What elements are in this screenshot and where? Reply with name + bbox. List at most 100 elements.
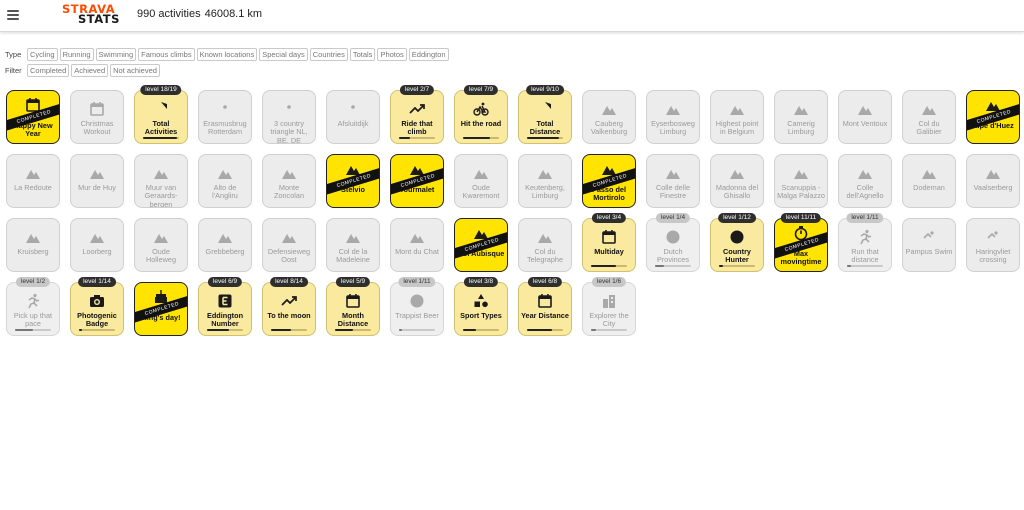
badge-stelvio[interactable]: Stelvio COMPLETED <box>326 154 380 208</box>
badge-haringvliet-crossing[interactable]: Haringvliet crossing <box>966 218 1020 272</box>
filter-chip-totals[interactable]: Totals <box>349 48 376 61</box>
filter-chip-famous-climbs[interactable]: Famous climbs <box>138 48 195 61</box>
badge-cauberg-valkenburg[interactable]: Cauberg Valkenburg <box>582 90 636 144</box>
badge-loorberg[interactable]: Loorberg <box>70 218 124 272</box>
badge-eyserbosweg-limburg[interactable]: Eyserbosweg Limburg <box>646 90 700 144</box>
mountain-icon <box>281 165 297 181</box>
badge-col-aubisque[interactable]: Col Aubisque COMPLETED <box>454 218 508 272</box>
badge-col-du-telegraphe[interactable]: Col du Telegraphe <box>518 218 572 272</box>
badge-afsluitdijk[interactable]: Afsluitdijk <box>326 90 380 144</box>
badge-colle-dell-agnello[interactable]: Colle dell'Agnello <box>838 154 892 208</box>
badge-hit-the-road[interactable]: Hit the road <box>454 90 508 144</box>
badge-mont-ventoux[interactable]: Mont Ventoux <box>838 90 892 144</box>
badge-camerig-limburg[interactable]: Camerig Limburg <box>774 90 828 144</box>
badge-erasmusbrug-rotterdam[interactable]: Erasmusbrug Rotterdam <box>198 90 252 144</box>
filter-chip-photos[interactable]: Photos <box>377 48 407 61</box>
badge-label: Run that distance <box>851 247 879 265</box>
badge-passo-del-mortirolo[interactable]: Passo del Mortirolo COMPLETED <box>582 154 636 208</box>
level-pill: level 1/14 <box>78 277 116 287</box>
badge-eddington-number[interactable]: Eddington Number <box>198 282 252 336</box>
badge-defensieweg-oost[interactable]: Defensieweg Oost <box>262 218 316 272</box>
badge-multiday[interactable]: Multiday <box>582 218 636 272</box>
badge-label: Trappist Beer <box>395 311 439 320</box>
badge-label: Total Distance <box>529 119 561 137</box>
filter-chip-achieved[interactable]: Achieved <box>71 64 109 77</box>
badge-mur-de-huy[interactable]: Mur de Huy <box>70 154 124 208</box>
filter-chip-eddington[interactable]: Eddington <box>408 48 449 61</box>
badge-happy-new-year[interactable]: Happy New Year COMPLETED <box>6 90 60 144</box>
badge-country-hunter[interactable]: Country Hunter <box>710 218 764 272</box>
badge-colle-delle-finestre[interactable]: Colle delle Finestre <box>646 154 700 208</box>
badge-label: Multiday <box>594 247 624 256</box>
filter-chip-not-achieved[interactable]: Not achieved <box>110 64 160 77</box>
filter-chip-cycling[interactable]: Cycling <box>27 48 58 61</box>
progress-fill <box>399 329 403 331</box>
badge-alto-de-l-angliru[interactable]: Alto de l'Angliru <box>198 154 252 208</box>
badge-sport-types[interactable]: Sport Types <box>454 282 508 336</box>
badge-photogenic-badge[interactable]: Photogenic Badge <box>70 282 124 336</box>
badge-label: Afsluitdijk <box>337 119 369 128</box>
badge-pick-up-that-pace[interactable]: Pick up that pace <box>6 282 60 336</box>
badge-monte-zoncolan[interactable]: Monte Zoncolan <box>262 154 316 208</box>
badge-label: Dutch Provinces <box>656 247 690 265</box>
filter-chip-swimming[interactable]: Swimming <box>95 48 137 61</box>
badge-la-redoute[interactable]: La Redoute <box>6 154 60 208</box>
badge-keutenberg-limburg[interactable]: Keutenberg, Limburg <box>518 154 572 208</box>
badge-muur-van-geraards-bergen[interactable]: Muur van Geraards-bergen <box>134 154 188 208</box>
filter-chip-known-locations[interactable]: Known locations <box>196 48 258 61</box>
bicycle-icon <box>473 101 489 117</box>
badge-oude-kwaremont[interactable]: Oude Kwaremont <box>454 154 508 208</box>
badge-explorer-the-city[interactable]: Explorer the City <box>582 282 636 336</box>
badge-vaalserberg[interactable]: Vaalserberg <box>966 154 1020 208</box>
shield-check-icon <box>537 101 553 117</box>
badge-grebbeberg[interactable]: Grebbeberg <box>198 218 252 272</box>
filter-chip-special-days[interactable]: Special days <box>259 48 308 61</box>
badge-label: Hit the road <box>460 119 502 128</box>
badge-3-country-triangle-nl-be-de[interactable]: 3 country triangle NL, BE, DE <box>262 90 316 144</box>
badge-tourmalet[interactable]: Tourmalet COMPLETED <box>390 154 444 208</box>
mountain-icon <box>281 229 297 245</box>
badge-scanuppia-malga-palazzo[interactable]: Scanuppia - Malga Palazzo <box>774 154 828 208</box>
badge-year-distance[interactable]: Year Distance <box>518 282 572 336</box>
badge-oude-holleweg[interactable]: Oude Holleweg <box>134 218 188 272</box>
level-pill: level 3/8 <box>463 277 499 287</box>
badge-label: Col du Telegraphe <box>526 247 564 265</box>
badge-total-activities[interactable]: Total Activities <box>134 90 188 144</box>
badge-label: Colle dell'Agnello <box>846 183 884 201</box>
strava-stats-logo[interactable]: STRAVA STATS <box>62 3 122 26</box>
badge-to-the-moon[interactable]: To the moon <box>262 282 316 336</box>
filter-chip-running[interactable]: Running <box>59 48 94 61</box>
badge-trappist-beer[interactable]: Trappist Beer <box>390 282 444 336</box>
mountain-icon <box>665 165 681 181</box>
level-pill: level 18/19 <box>140 85 182 95</box>
progress-fill <box>527 137 560 139</box>
badge-col-de-la-madeleine[interactable]: Col de la Madeleine <box>326 218 380 272</box>
badge-total-distance[interactable]: Total Distance <box>518 90 572 144</box>
filter-chip-completed[interactable]: Completed <box>27 64 70 77</box>
badge-label: Camerig Limburg <box>787 119 815 137</box>
badge-col-du-galibier[interactable]: Col du Galibier <box>902 90 956 144</box>
badge-pampus-swim[interactable]: Pampus Swim <box>902 218 956 272</box>
badge-mont-du-chat[interactable]: Mont du Chat <box>390 218 444 272</box>
trend-up-icon <box>281 293 297 309</box>
badge-max-movingtime[interactable]: Max movingtime COMPLETED <box>774 218 828 272</box>
badge-ride-that-climb[interactable]: Ride that climb <box>390 90 444 144</box>
badge-christmas-workout[interactable]: Christmas Workout <box>70 90 124 144</box>
badge-month-distance[interactable]: Month Distance <box>326 282 380 336</box>
badge-dutch-provinces[interactable]: Dutch Provinces <box>646 218 700 272</box>
progress-fill <box>847 265 851 267</box>
filter-chip-countries[interactable]: Countries <box>309 48 348 61</box>
badge-run-that-distance[interactable]: Run that distance <box>838 218 892 272</box>
badge-highest-point-in-belgium[interactable]: Highest point in Belgium <box>710 90 764 144</box>
badge-label: Keutenberg, Limburg <box>525 183 565 201</box>
badge-alpe-d-huez[interactable]: Alpe d'Huez COMPLETED <box>966 90 1020 144</box>
hamburger-menu-icon[interactable] <box>7 10 19 20</box>
badge-dodeman[interactable]: Dodeman <box>902 154 956 208</box>
badge-label: Ride that climb <box>401 119 433 137</box>
progress-bar <box>463 329 499 331</box>
badge-madonna-del-ghisallo[interactable]: Madonna del Ghisallo <box>710 154 764 208</box>
badge-king-s-day[interactable]: King's day! COMPLETED <box>134 282 188 336</box>
progress-fill <box>335 329 353 331</box>
badge-kruisberg[interactable]: Kruisberg <box>6 218 60 272</box>
mountain-icon <box>665 101 681 117</box>
